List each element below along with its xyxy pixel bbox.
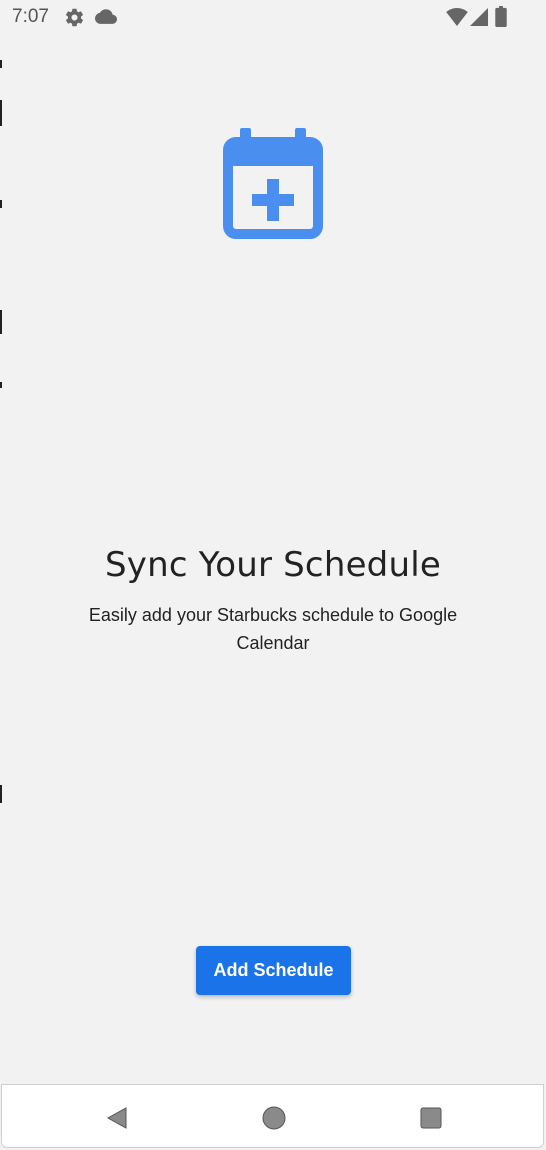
cloud-icon	[95, 9, 117, 24]
edge-mark	[0, 200, 2, 208]
edge-mark	[0, 382, 2, 388]
status-time: 7:07	[12, 6, 49, 27]
app-screen: 7:07 Sync Your Schedule Easily add your …	[0, 0, 546, 1150]
recents-icon[interactable]	[414, 1101, 448, 1135]
back-icon[interactable]	[100, 1101, 134, 1135]
edge-mark	[0, 785, 2, 803]
navigation-bar	[1, 1084, 544, 1148]
status-bar: 7:07	[0, 0, 546, 34]
battery-icon	[495, 6, 507, 27]
wifi-icon	[446, 8, 468, 26]
edge-mark	[0, 100, 2, 126]
calendar-add-icon	[223, 128, 323, 239]
page-title: Sync Your Schedule	[105, 545, 441, 585]
edge-mark	[0, 60, 2, 68]
home-icon[interactable]	[257, 1101, 291, 1135]
page-subtitle: Easily add your Starbucks schedule to Go…	[88, 605, 458, 653]
edge-mark	[0, 310, 2, 334]
signal-icon	[470, 8, 488, 26]
add-schedule-button[interactable]: Add Schedule	[196, 946, 351, 995]
gear-icon	[65, 8, 84, 27]
